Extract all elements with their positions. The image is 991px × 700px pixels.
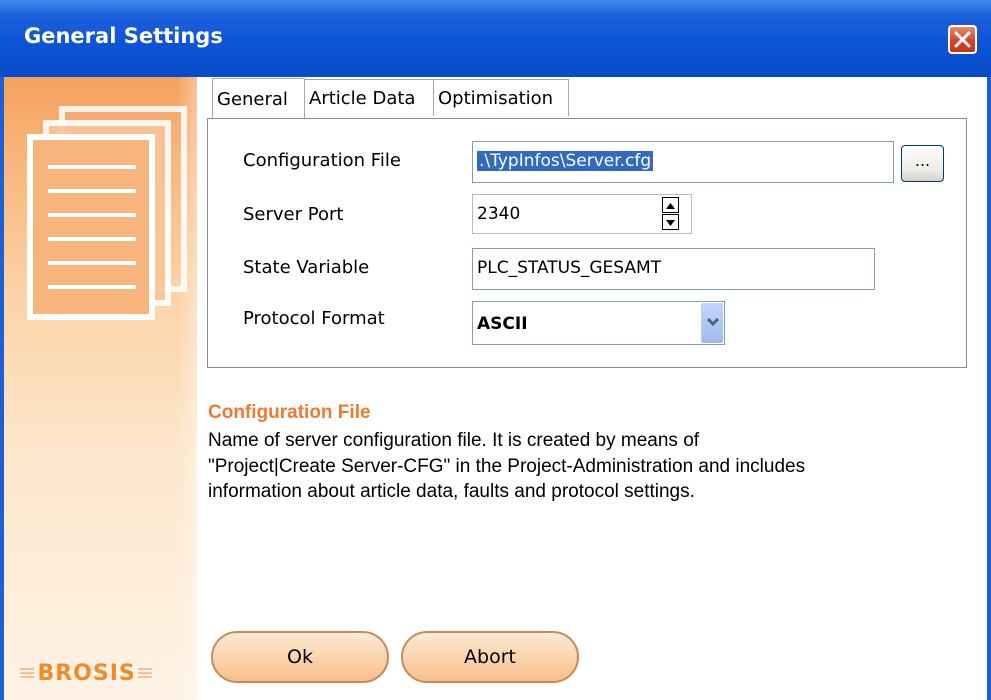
- state-variable-input[interactable]: PLC_STATUS_GESAMT: [472, 248, 875, 290]
- close-icon: [954, 31, 971, 48]
- help-text: Name of server configuration file. It is…: [208, 428, 968, 505]
- state-variable-value: PLC_STATUS_GESAMT: [477, 258, 662, 278]
- documents-icon: [27, 106, 187, 320]
- dialog-window: General Settings ≡BROSIS≡ General Articl…: [0, 0, 991, 700]
- tab-article-data[interactable]: Article Data: [304, 79, 434, 116]
- brosis-logo: ≡BROSIS≡: [18, 661, 156, 686]
- config-file-input[interactable]: .\TypInfos\Server.cfg: [472, 141, 894, 183]
- protocol-format-value: ASCII: [477, 314, 528, 334]
- spin-up-button[interactable]: [662, 197, 679, 213]
- close-button[interactable]: [948, 25, 977, 54]
- port-spin-control: [662, 197, 682, 231]
- tab-optimisation[interactable]: Optimisation: [433, 79, 569, 116]
- server-port-label: Server Port: [243, 204, 344, 225]
- abort-button[interactable]: Abort: [401, 631, 579, 683]
- help-line: "Project|Create Server-CFG" in the Proje…: [208, 455, 806, 477]
- spin-down-button[interactable]: [662, 214, 679, 230]
- chevron-down-icon: [706, 317, 720, 327]
- help-line: information about article data, faults a…: [208, 481, 695, 502]
- server-port-stepper[interactable]: 2340: [472, 194, 692, 234]
- config-file-value: .\TypInfos\Server.cfg: [477, 151, 654, 171]
- arrow-down-icon: [666, 220, 675, 226]
- ok-button[interactable]: Ok: [211, 631, 389, 683]
- server-port-value: 2340: [477, 204, 521, 224]
- help-title: Configuration File: [208, 402, 371, 423]
- arrow-up-icon: [666, 203, 675, 209]
- side-banner: ≡BROSIS≡: [4, 77, 197, 700]
- window-title: General Settings: [24, 24, 223, 48]
- protocol-format-label: Protocol Format: [243, 308, 385, 329]
- tab-general[interactable]: General: [212, 78, 305, 118]
- config-file-label: Configuration File: [243, 150, 401, 171]
- help-line: Name of server configuration file. It is…: [208, 430, 700, 451]
- title-bar[interactable]: General Settings: [0, 0, 991, 77]
- dropdown-button[interactable]: [701, 303, 723, 343]
- protocol-format-select[interactable]: ASCII: [472, 301, 725, 345]
- browse-button[interactable]: ...: [901, 145, 944, 182]
- state-variable-label: State Variable: [243, 257, 370, 278]
